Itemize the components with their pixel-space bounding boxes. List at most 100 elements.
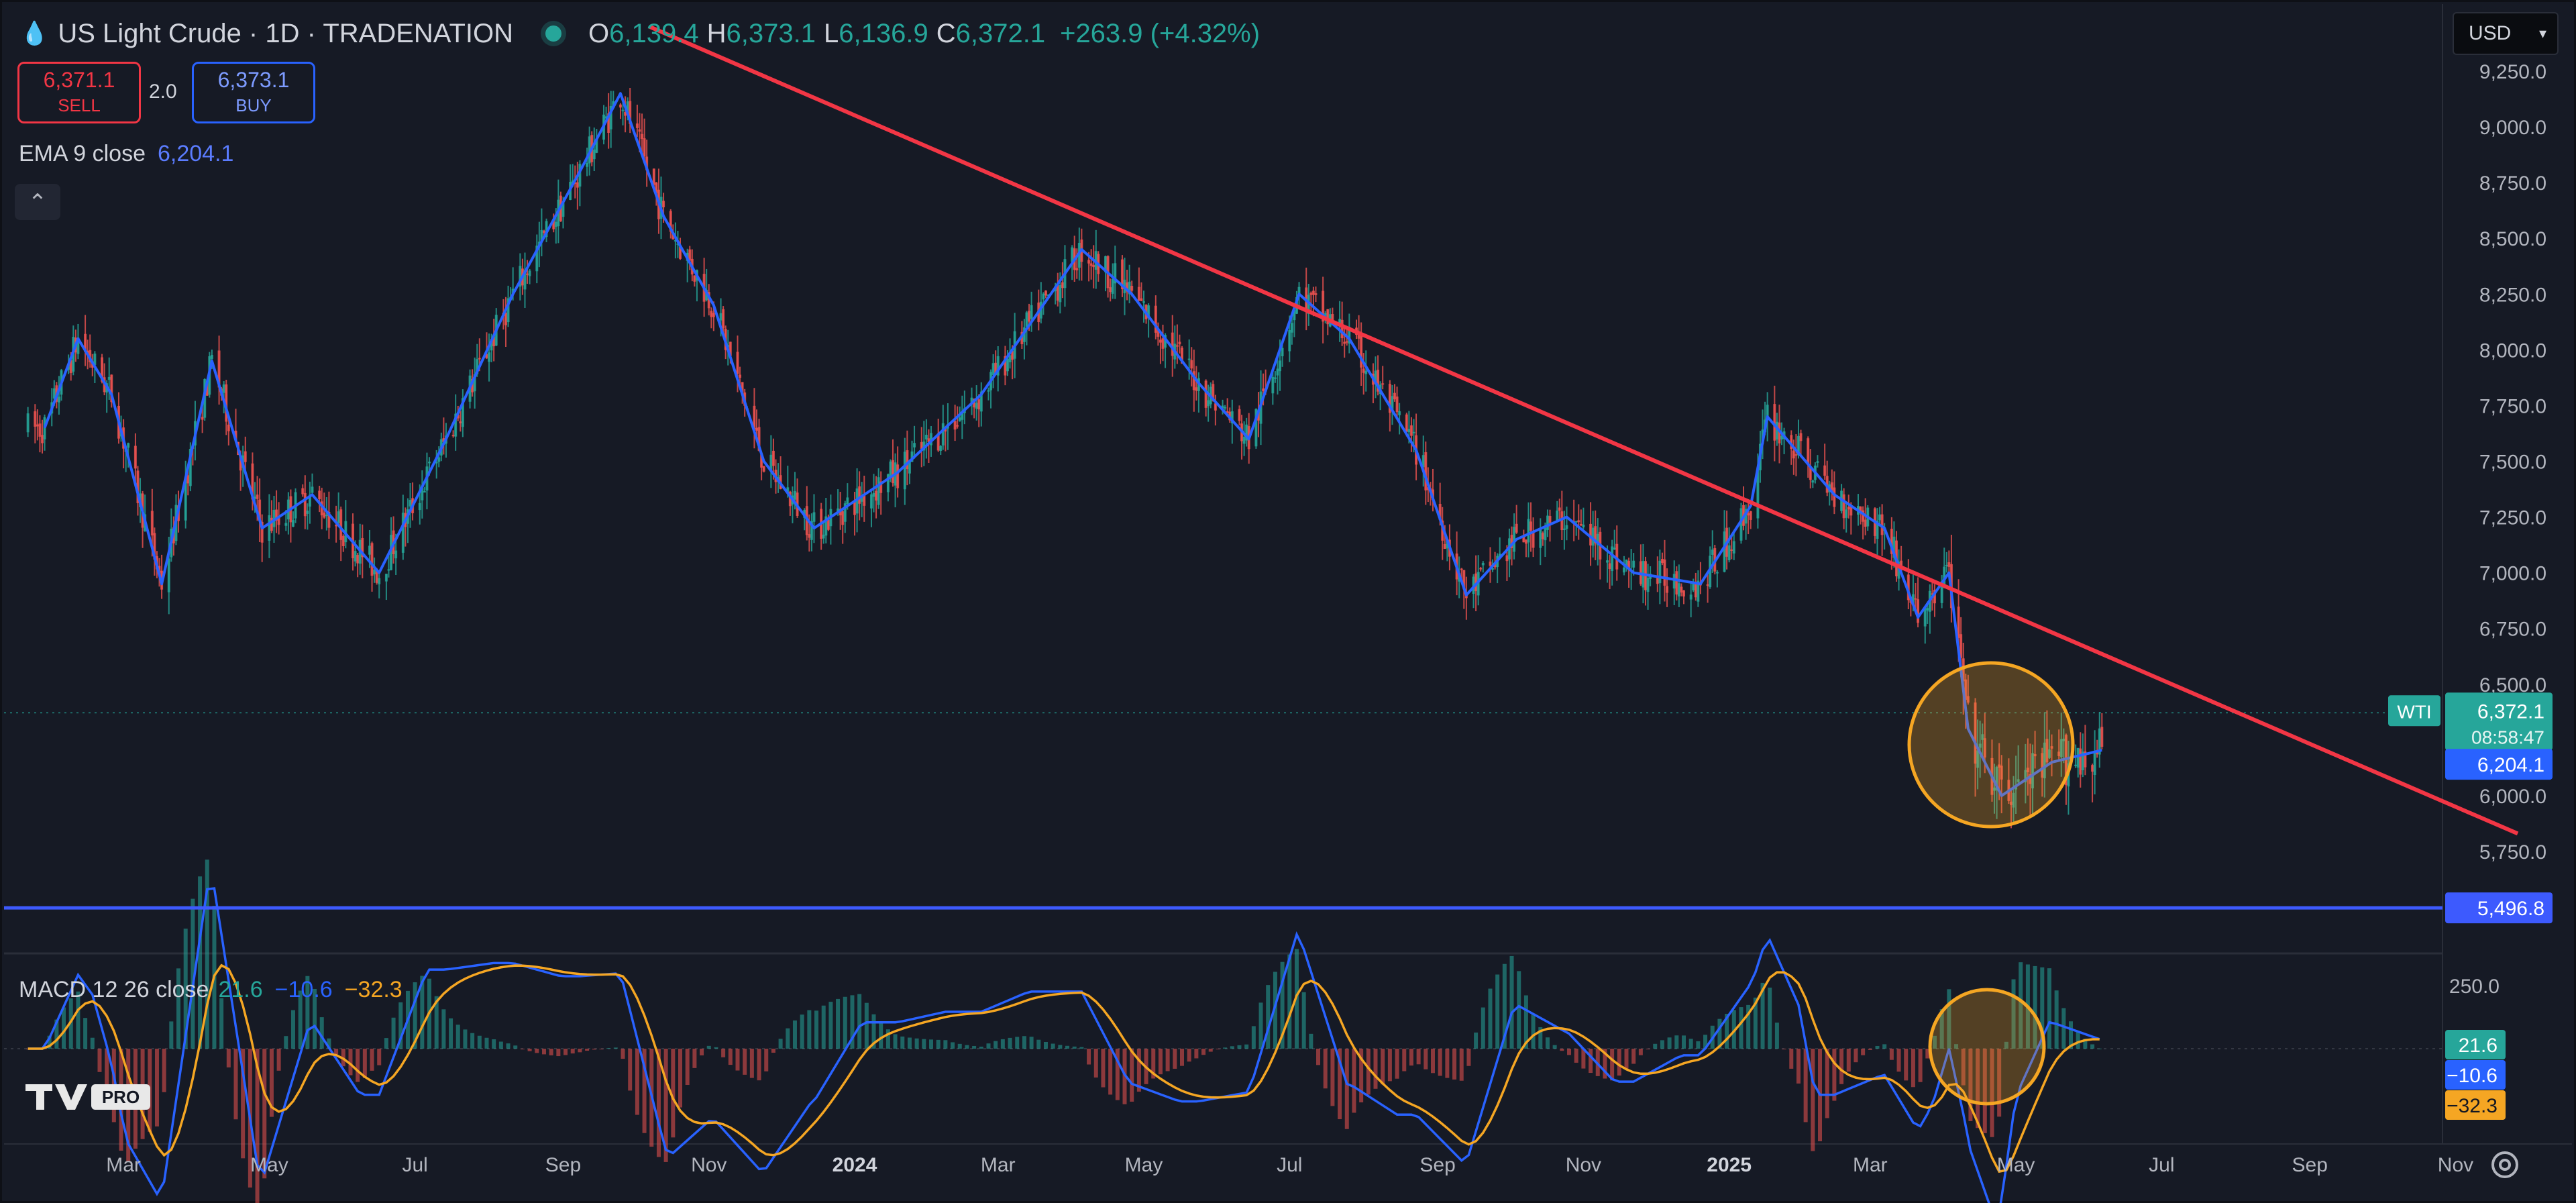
- high-value: 6,373.1: [726, 18, 816, 48]
- macd-hist-bar: [914, 1038, 919, 1049]
- candle-body: [1692, 583, 1695, 590]
- candle-body: [812, 512, 816, 522]
- candle-body: [318, 490, 321, 500]
- macd-hist-bar: [162, 1049, 166, 1092]
- candle-body: [977, 399, 981, 410]
- macd-hist-bar: [455, 1025, 460, 1049]
- macd-hist-bar: [570, 1049, 575, 1054]
- candle-body: [1276, 368, 1279, 376]
- macd-hist-bar: [735, 1049, 740, 1071]
- macd-hist-bar: [1638, 1049, 1643, 1055]
- symbol-title[interactable]: US Light Crude · 1D · TRADENATION: [58, 19, 513, 49]
- candle-body: [693, 275, 696, 282]
- candle-body: [1680, 586, 1683, 593]
- order-quantity[interactable]: 2.0: [149, 81, 177, 103]
- macd-hist-bar: [334, 1049, 339, 1055]
- candle-body: [1947, 562, 1951, 567]
- candle-body: [409, 500, 412, 507]
- macd-hist-bar: [1466, 1049, 1471, 1066]
- macd-hist-bar: [1223, 1047, 1228, 1049]
- countdown-tag: 08:58:47: [2471, 727, 2544, 747]
- candle-body: [488, 352, 491, 362]
- candle-body: [722, 309, 725, 329]
- candle-body: [1412, 431, 1415, 433]
- candle-body: [1142, 301, 1146, 303]
- candle-body: [641, 134, 644, 140]
- macd-hist-bar: [1667, 1037, 1672, 1049]
- tradingview-pro-logo[interactable]: PRO: [24, 1082, 152, 1111]
- macd-hist-bar: [233, 1049, 238, 1120]
- macd-hist-bar: [1323, 1049, 1328, 1089]
- macd-hist-bar: [800, 1014, 804, 1049]
- macd-hist-bar: [1875, 1045, 1880, 1049]
- droplet-icon: 💧: [20, 21, 49, 46]
- macd-hist-bar: [1079, 1047, 1084, 1049]
- chevron-up-icon: ⌃: [28, 190, 48, 215]
- macd-hist-bar: [994, 1041, 998, 1049]
- ema-legend[interactable]: EMA 9 close 6,204.1: [19, 141, 233, 167]
- candle-body: [2074, 764, 2078, 766]
- macd-hist-bar: [1474, 1032, 1479, 1049]
- macd-hist-bar: [391, 1017, 396, 1049]
- macd-hist-bar: [706, 1045, 711, 1049]
- candle-body: [38, 423, 42, 437]
- price-tick-label: 7,000.0: [2479, 563, 2546, 585]
- macd-hist-bar: [226, 1049, 231, 1067]
- candle-body: [635, 123, 639, 128]
- macd-hist-bar: [1531, 1013, 1536, 1049]
- candle-body: [1061, 282, 1064, 289]
- candle-body: [303, 492, 307, 517]
- candle-body: [1926, 608, 1929, 611]
- macd-legend[interactable]: MACD 12 26 close 21.6 −10.6 −32.3: [19, 977, 402, 1003]
- macd-hist-bar: [441, 1009, 446, 1049]
- candle-body: [771, 450, 775, 466]
- candle-body: [1730, 549, 1733, 551]
- macd-hist-bar: [2090, 1044, 2095, 1049]
- macd-hist-bar: [1610, 1049, 1615, 1081]
- macd-hist-bar: [2047, 968, 2051, 1049]
- collapse-indicators-button[interactable]: ⌃: [15, 184, 60, 220]
- candle-body: [384, 574, 388, 582]
- macd-hist-bar: [370, 1049, 374, 1071]
- candle-body: [875, 490, 878, 501]
- price-tick-label: 8,250.0: [2479, 284, 2546, 306]
- time-tick-label: Jul: [2149, 1154, 2174, 1176]
- price-chart[interactable]: 9,250.0 9,000.0 8,750.0 8,500.0 8,250.0 8,000…: [0, 0, 2576, 1203]
- buy-button[interactable]: 6,373.1 BUY: [192, 62, 315, 123]
- macd-hist-bar: [2076, 1031, 2080, 1049]
- macd-hist-bar: [1882, 1044, 1887, 1049]
- settings-gear-icon[interactable]: [2486, 1146, 2524, 1184]
- macd-hist-bar: [83, 1018, 88, 1049]
- time-axis[interactable]: Mar May Jul Sep Nov 2024 Mar May Jul Sep Nov 2025 Ma…: [106, 1154, 2473, 1176]
- macd-hist-bar: [549, 1049, 553, 1055]
- currency-select[interactable]: USD ▾: [2453, 12, 2559, 55]
- candle-body: [401, 513, 405, 553]
- macd-hist-bar: [1509, 955, 1514, 1049]
- macd-hist-bar: [1101, 1049, 1106, 1088]
- candle-body: [662, 201, 665, 207]
- candle-body: [1028, 311, 1031, 322]
- price-tick-label: 7,500.0: [2479, 452, 2546, 474]
- macd-hist-bar: [1301, 992, 1306, 1049]
- candle-body: [451, 435, 455, 437]
- macd-hist-bar: [541, 1049, 546, 1055]
- time-tick-label: May: [250, 1154, 288, 1176]
- price-axis[interactable]: 9,250.0 9,000.0 8,750.0 8,500.0 8,250.0 8,000…: [2449, 61, 2546, 998]
- candle-body: [1340, 319, 1344, 339]
- candle-body: [127, 443, 130, 448]
- macd-hist-bar: [1839, 1049, 1844, 1084]
- candle-body: [719, 313, 722, 321]
- macd-hist-bar: [1846, 1049, 1851, 1072]
- candle-body: [1799, 433, 1803, 441]
- macd-hist-bar: [972, 1045, 977, 1049]
- candle-body: [1675, 571, 1678, 595]
- macd-hist-bar: [1452, 1049, 1457, 1080]
- candle-body: [1288, 329, 1291, 352]
- price-tick-label: 5,750.0: [2479, 841, 2546, 864]
- sell-button[interactable]: 6,371.1 SELL: [17, 62, 141, 123]
- macd-hist-bar: [1043, 1042, 1048, 1049]
- candle-body: [710, 311, 713, 317]
- macd-hist-bar: [169, 1021, 174, 1049]
- main-pane: [4, 4, 2443, 953]
- candle-body: [889, 461, 892, 477]
